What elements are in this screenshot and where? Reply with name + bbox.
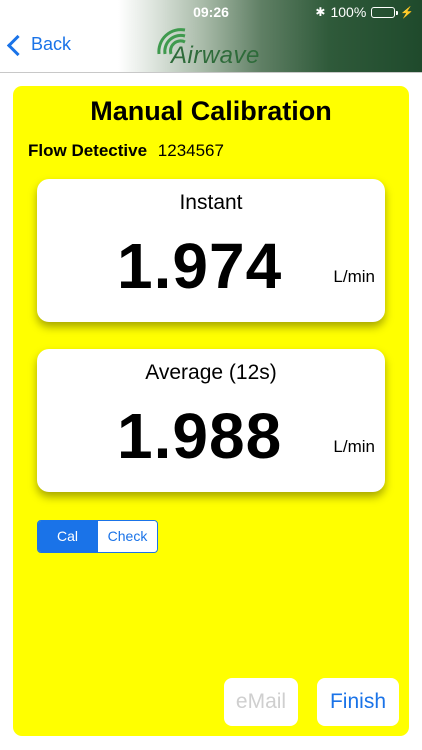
back-label: Back — [31, 34, 72, 54]
mode-segmented-control: Cal Check — [37, 520, 158, 553]
average-reading-card: Average (12s) 1.988 L/min — [37, 349, 385, 492]
app-screen: 09:26 ✱ 100% ⚡ Back Airwave Manual Calib… — [0, 0, 422, 750]
instant-reading-card: Instant 1.974 L/min — [37, 179, 385, 322]
device-serial: 1234567 — [157, 141, 224, 160]
charging-icon: ⚡ — [400, 6, 414, 19]
status-indicators: ✱ 100% ⚡ — [315, 4, 414, 20]
battery-percent: 100% — [330, 4, 367, 20]
device-info: Flow Detective 1234567 — [28, 141, 224, 161]
email-button[interactable]: eMail — [224, 678, 298, 726]
calibration-panel: Manual Calibration Flow Detective 123456… — [13, 86, 409, 736]
mode-cal-segment[interactable]: Cal — [38, 521, 97, 552]
instant-unit: L/min — [333, 267, 375, 286]
average-label: Average (12s) — [145, 361, 277, 384]
mode-check-segment[interactable]: Check — [97, 521, 157, 552]
instant-label: Instant — [179, 191, 243, 214]
logo-text: Airwave — [171, 42, 260, 69]
back-chevron-icon — [6, 34, 29, 56]
average-unit: L/min — [333, 437, 375, 456]
instant-value: 1.974 — [117, 230, 283, 302]
airwave-logo: Airwave — [155, 26, 275, 70]
bluetooth-icon: ✱ — [315, 5, 326, 19]
nav-header: 09:26 ✱ 100% ⚡ Back Airwave — [0, 0, 422, 73]
device-name: Flow Detective — [28, 141, 148, 160]
finish-button[interactable]: Finish — [317, 678, 399, 726]
average-value: 1.988 — [117, 400, 283, 472]
page-title: Manual Calibration — [90, 96, 332, 126]
back-button[interactable]: Back — [6, 34, 72, 56]
battery-icon — [371, 6, 399, 18]
